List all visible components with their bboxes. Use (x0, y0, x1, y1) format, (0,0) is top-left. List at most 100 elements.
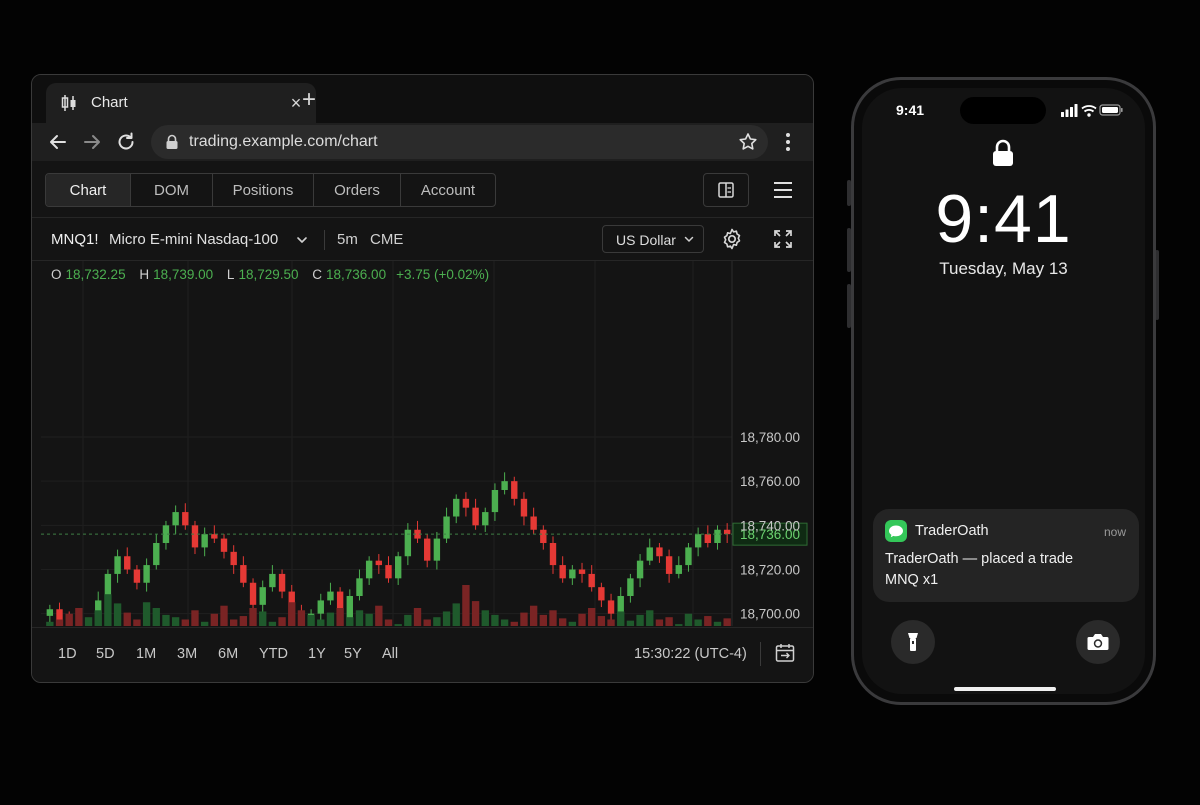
gear-icon[interactable] (720, 227, 744, 251)
candle-body (124, 556, 131, 570)
candle-body (549, 543, 557, 566)
volume-bar (646, 610, 654, 626)
symbol-bar: MNQ1! Micro E-mini Nasdaq-100 5m CME US … (32, 218, 813, 260)
tab-dom[interactable]: DOM (131, 174, 213, 206)
candle-body (182, 512, 189, 526)
tab-orders[interactable]: Orders (314, 174, 401, 206)
browser-menu-icon[interactable] (781, 131, 795, 153)
bookmark-star-icon[interactable] (738, 132, 758, 152)
tab-account[interactable]: Account (401, 174, 495, 206)
range-5y[interactable]: 5Y (344, 646, 362, 662)
candle-body (240, 565, 247, 583)
timeframe-selector[interactable]: 5m (337, 231, 358, 248)
status-bar-icons (1061, 104, 1123, 117)
candle-body (665, 556, 673, 574)
range-5d[interactable]: 5D (96, 646, 115, 662)
volume-bar (278, 617, 286, 626)
candle-body (540, 529, 547, 543)
volume-bar (171, 617, 180, 626)
volume-bar (655, 619, 664, 626)
session-clock[interactable]: 15:30:22 (UTC-4) (634, 646, 747, 662)
volume-bar (65, 613, 73, 626)
volume-bar (442, 611, 451, 626)
range-ytd[interactable]: YTD (259, 646, 288, 662)
candle-body (317, 600, 324, 614)
trading-app: Chart DOM Positions Orders Account MNQ1!… (32, 161, 814, 682)
flashlight-button[interactable] (891, 620, 935, 664)
range-bar: 1D 5D 1M 3M 6M YTD 1Y 5Y All 15:30:22 (U… (32, 627, 813, 682)
volume-bar (394, 624, 402, 626)
range-all[interactable]: All (382, 646, 398, 662)
range-3m[interactable]: 3M (177, 646, 197, 662)
forward-arrow-icon[interactable] (81, 131, 103, 153)
chevron-down-icon[interactable] (294, 232, 310, 248)
volume-bar (220, 605, 228, 626)
candle-body (394, 556, 402, 579)
candle-body (588, 573, 595, 588)
tab-positions[interactable]: Positions (213, 174, 314, 206)
volume-bar (55, 619, 64, 626)
volume-bar (597, 616, 606, 626)
candle-body (143, 565, 150, 583)
range-1d[interactable]: 1D (58, 646, 77, 662)
volume-bar (452, 603, 460, 626)
address-bar[interactable]: trading.example.com/chart (151, 125, 768, 159)
candle-body (559, 565, 566, 579)
candle-body (230, 551, 237, 566)
candle-body (704, 534, 712, 543)
side-panel-button[interactable] (703, 173, 749, 207)
phone-frame: 9:41 9:41 Tuesday, May 13 TraderOath now… (851, 77, 1156, 705)
volume-bar (520, 612, 528, 626)
candle-body (520, 498, 528, 517)
volume-bar (510, 621, 518, 626)
go-to-date-icon[interactable] (774, 642, 796, 664)
candle-body (714, 529, 721, 543)
symbol-description[interactable]: Micro E-mini Nasdaq-100 (109, 231, 278, 248)
candle-body (46, 609, 54, 616)
camera-button[interactable] (1076, 620, 1120, 664)
ohlc-legend: O 18,732.25 H 18,739.00 L 18,729.50 C 18,736… (51, 267, 499, 282)
volume-bar (259, 611, 267, 626)
candle-body (153, 543, 160, 566)
volume-bar (462, 585, 470, 626)
volume-bar (675, 624, 683, 626)
candle-body (201, 534, 208, 548)
volume-bar (104, 594, 112, 626)
price-change: +3.75 (+0.02%) (396, 267, 490, 282)
hamburger-menu-icon[interactable] (770, 177, 796, 203)
exchange-label: CME (370, 231, 404, 248)
browser-tab-title: Chart (91, 94, 128, 111)
currency-dropdown[interactable]: US Dollar (602, 225, 704, 253)
new-tab-button[interactable]: + (298, 88, 320, 112)
lock-screen-date: Tuesday, May 13 (939, 259, 1068, 278)
home-indicator[interactable] (954, 687, 1056, 691)
candle-body (656, 547, 663, 557)
volume-bar (239, 616, 248, 626)
volume-bar (365, 613, 373, 626)
browser-tab-chart[interactable]: Chart × (46, 83, 316, 123)
volume-bar (94, 610, 102, 626)
symbol-ticker[interactable]: MNQ1! (51, 231, 99, 248)
high-value: 18,739.00 (153, 267, 214, 282)
status-bar-time: 9:41 (896, 102, 925, 118)
notification-app-name: TraderOath (915, 523, 989, 539)
notification-card[interactable]: TraderOath now TraderOath — placed a tra… (873, 509, 1139, 602)
candle-body (530, 516, 537, 530)
cellular-signal-icon (1061, 104, 1078, 117)
close-label: C (312, 267, 323, 282)
back-arrow-icon[interactable] (47, 131, 69, 153)
range-1m[interactable]: 1M (136, 646, 156, 662)
candle-body (569, 569, 576, 579)
currency-label: US Dollar (616, 232, 676, 248)
volume-bar (568, 621, 577, 626)
volume-bar (375, 605, 383, 626)
candlestick-chart[interactable]: 18,736.00 18,780.00 18,760.00 18,740.00 18,7… (32, 261, 814, 626)
tab-chart[interactable]: Chart (46, 174, 131, 206)
close-value: 18,736.00 (326, 267, 387, 282)
volume-bar (230, 619, 238, 626)
volume-bar (626, 620, 635, 626)
fullscreen-icon[interactable] (771, 227, 795, 251)
range-1y[interactable]: 1Y (308, 646, 326, 662)
reload-icon[interactable] (115, 131, 137, 153)
range-6m[interactable]: 6M (218, 646, 238, 662)
